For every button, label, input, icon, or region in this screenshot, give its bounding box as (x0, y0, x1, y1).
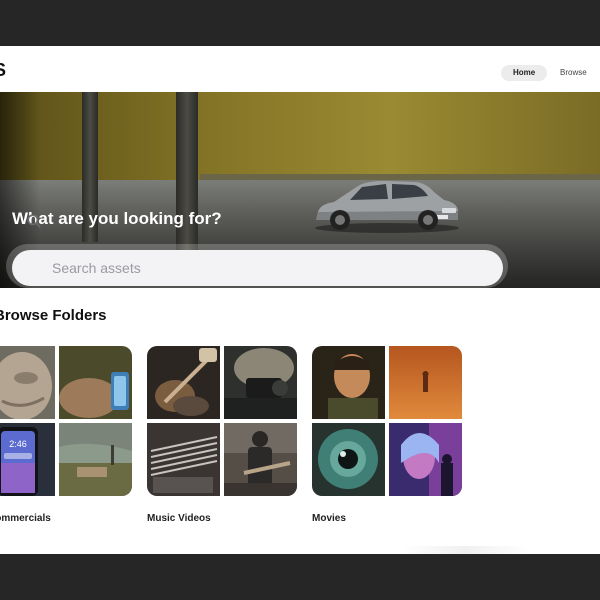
folder-commercials[interactable]: 2:46 (0, 346, 132, 496)
browse-folders-title: Browse Folders (0, 307, 107, 324)
brand-logo[interactable]: S (0, 60, 6, 81)
thumbnail-portrait-man (312, 346, 385, 419)
thumbnail-guitar-player (147, 346, 220, 419)
hero-banner: What are you looking for? (0, 92, 600, 288)
nav-browse-button[interactable]: Browse (548, 65, 599, 81)
search-icon (27, 214, 41, 228)
thumbnail-elderly-face (0, 346, 55, 419)
folder-label-commercials[interactable]: Commercials (0, 513, 51, 524)
top-nav: S Home Browse (0, 46, 600, 92)
folder-thumbnail-grid (147, 346, 297, 496)
thumbnail-eye-closeup (312, 423, 385, 496)
hero-title: What are you looking for? (12, 209, 222, 228)
folder-music-videos[interactable] (147, 346, 297, 496)
thumbnail-phone-in-hand (59, 346, 132, 419)
nav-home-button[interactable]: Home (501, 65, 548, 81)
app-window: S Home Browse What are you looking for? (0, 46, 600, 554)
thumbnail-phone-lockscreen: 2:46 (0, 423, 55, 496)
folder-thumbnail-grid (312, 346, 462, 496)
bottom-shadow (400, 546, 530, 554)
search-input[interactable] (52, 259, 472, 277)
folder-label-music-videos[interactable]: Music Videos (147, 513, 211, 524)
thumbnail-neon-woman (389, 423, 462, 496)
folder-movies[interactable] (312, 346, 462, 496)
thumbnail-orange-desert-figure (389, 346, 462, 419)
thumbnail-accordion (147, 423, 220, 496)
folder-label-movies[interactable]: Movies (312, 513, 346, 524)
phone-clock: 2:46 (9, 439, 27, 449)
folder-thumbnail-grid: 2:46 (0, 346, 132, 496)
car-image (315, 181, 459, 233)
thumbnail-camera-operator (224, 346, 297, 419)
thumbnail-wreck-landscape (59, 423, 132, 496)
thumbnail-guitarist-room (224, 423, 297, 496)
